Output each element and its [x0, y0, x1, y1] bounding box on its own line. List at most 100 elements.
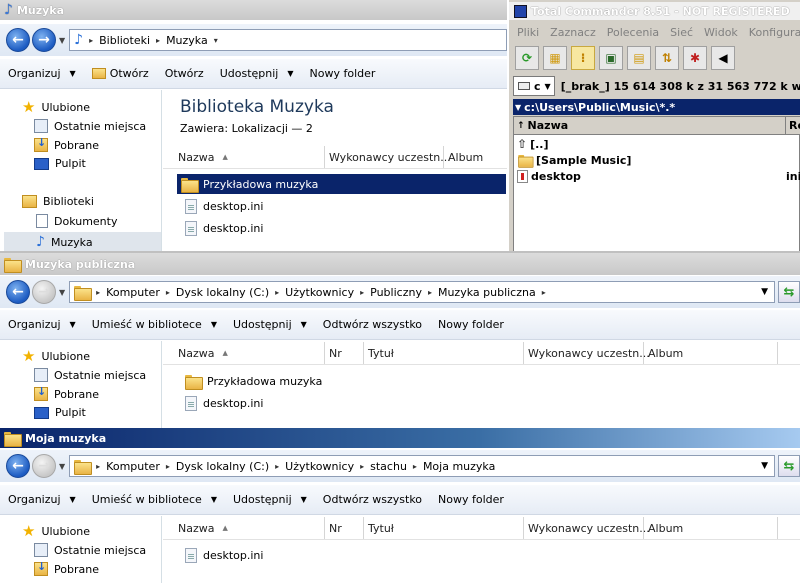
share-button[interactable]: Udostępnij ▼: [220, 67, 294, 80]
breadcrumb-item[interactable]: Muzyka publiczna ▸: [438, 286, 546, 299]
tc-path-bar[interactable]: ▼ c:\Users\Public\Music\*.*: [513, 99, 800, 115]
include-in-library-button[interactable]: Umieść w bibliotece ▼: [92, 318, 217, 331]
column-header-name[interactable]: Nazwa ▲: [163, 342, 325, 364]
nav-recent-places[interactable]: Ostatnie miejsca: [34, 119, 146, 133]
new-folder-button[interactable]: Nowy folder: [438, 493, 504, 506]
address-bar[interactable]: ♪ ▸ Biblioteki ▸ Muzyka ▾: [69, 29, 507, 51]
back-button[interactable]: ←: [6, 280, 30, 304]
list-item[interactable]: desktop.ini: [181, 196, 263, 216]
chevron-down-icon[interactable]: ▼: [755, 287, 774, 297]
chevron-right-icon[interactable]: ▸: [96, 462, 100, 471]
chevron-right-icon[interactable]: ▸: [360, 462, 364, 471]
open-button[interactable]: Otwórz: [91, 67, 149, 80]
title-bar[interactable]: Moja muzyka: [0, 428, 800, 448]
forward-button[interactable]: →: [32, 28, 56, 52]
organize-button[interactable]: Organizuj ▼: [8, 67, 76, 80]
back-button[interactable]: ←: [6, 28, 30, 52]
list-item[interactable]: desktop.ini: [181, 545, 263, 565]
column-header-name[interactable]: Nazwa ▲: [163, 517, 325, 539]
column-header-artists[interactable]: Wykonawcy uczestn...: [524, 342, 650, 364]
tc-menu-commands[interactable]: Polecenia: [607, 26, 659, 39]
chevron-down-icon[interactable]: ▼: [755, 461, 774, 471]
tc-menu-show[interactable]: Widok: [704, 26, 738, 39]
back-button[interactable]: ◀: [711, 46, 735, 70]
nav-downloads[interactable]: Pobrane: [34, 560, 99, 576]
column-header-title[interactable]: Tytuł: [364, 342, 524, 364]
back-button[interactable]: ←: [6, 454, 30, 478]
column-header-title[interactable]: Tytuł: [364, 517, 524, 539]
nav-music[interactable]: ♪ Muzyka: [4, 232, 161, 252]
organize-button[interactable]: Organizuj ▼: [8, 318, 76, 331]
tc-row[interactable]: ⇧ [..]: [517, 136, 548, 152]
play-all-button[interactable]: Odtwórz wszystko: [323, 318, 422, 331]
nav-recent-places[interactable]: Ostatnie miejsca: [34, 368, 146, 382]
column-header-artists[interactable]: Wykonawcy uczestn...: [325, 146, 451, 168]
breadcrumb-item[interactable]: Użytkownicy ▸: [285, 286, 364, 299]
refresh-button[interactable]: ⟳: [515, 46, 539, 70]
forward-button[interactable]: →: [32, 454, 56, 478]
history-dropdown-icon[interactable]: ▼: [59, 288, 65, 297]
new-folder-button[interactable]: Nowy folder: [438, 318, 504, 331]
full-view-button[interactable]: ⁝: [571, 46, 595, 70]
nav-favorites[interactable]: ★ Ulubione: [22, 524, 90, 539]
column-header-number[interactable]: Nr: [325, 517, 364, 539]
icons-view-button[interactable]: ▦: [543, 46, 567, 70]
refresh-button[interactable]: ⇆: [778, 455, 800, 477]
multi-rename-button[interactable]: ✱: [683, 46, 707, 70]
sync-dirs-button[interactable]: ⇅: [655, 46, 679, 70]
breadcrumb-item[interactable]: Muzyka ▾: [166, 34, 218, 47]
thumbnails-button[interactable]: ▣: [599, 46, 623, 70]
nav-documents[interactable]: Dokumenty: [36, 214, 117, 228]
chevron-right-icon[interactable]: ▸: [156, 36, 160, 45]
tc-menu-net[interactable]: Sieć: [670, 26, 693, 39]
play-all-button[interactable]: Odtwórz wszystko: [323, 493, 422, 506]
tc-row[interactable]: desktop ini: [517, 168, 800, 184]
column-header-artists[interactable]: Wykonawcy uczestn...: [524, 517, 650, 539]
organize-button[interactable]: Organizuj ▼: [8, 493, 76, 506]
share-button[interactable]: Udostępnij ▼: [233, 493, 307, 506]
chevron-right-icon[interactable]: ▸: [275, 288, 279, 297]
chevron-right-icon[interactable]: ▸: [96, 288, 100, 297]
column-header-album[interactable]: Album: [644, 517, 778, 539]
share-button[interactable]: Udostępnij ▼: [233, 318, 307, 331]
chevron-right-icon[interactable]: ▸: [275, 462, 279, 471]
breadcrumb-item[interactable]: Moja muzyka: [423, 460, 495, 473]
refresh-button[interactable]: ⇆: [778, 281, 800, 303]
address-bar[interactable]: ▸ Komputer ▸ Dysk lokalny (C:) ▸ Użytkowni…: [69, 281, 775, 303]
breadcrumb-item[interactable]: Dysk lokalny (C:) ▸: [176, 286, 279, 299]
nav-recent-places[interactable]: Ostatnie miejsca: [34, 543, 146, 557]
tc-menu-files[interactable]: Pliki: [517, 26, 539, 39]
breadcrumb-item[interactable]: Komputer ▸: [106, 286, 170, 299]
nav-downloads[interactable]: Pobrane: [34, 136, 99, 152]
new-folder-button[interactable]: Nowy folder: [310, 67, 376, 80]
chevron-right-icon[interactable]: ▸: [413, 462, 417, 471]
nav-favorites[interactable]: ★ Ulubione: [22, 100, 90, 115]
library-subtitle[interactable]: Zawiera: Lokalizacji — 2: [180, 122, 313, 135]
column-header-number[interactable]: Nr: [325, 342, 364, 364]
nav-desktop[interactable]: Pulpit: [34, 157, 86, 170]
tc-menu-configuration[interactable]: Konfiguracja: [749, 26, 800, 39]
breadcrumb-item[interactable]: Dysk lokalny (C:) ▸: [176, 460, 279, 473]
tc-column-ext[interactable]: Ro: [786, 117, 800, 135]
chevron-right-icon[interactable]: ▸: [542, 288, 546, 297]
list-item[interactable]: Przykładowa muzyka: [177, 174, 506, 194]
breadcrumb-item[interactable]: stachu ▸: [370, 460, 417, 473]
chevron-right-icon[interactable]: ▸: [89, 36, 93, 45]
history-dropdown-icon[interactable]: ▼: [59, 36, 65, 45]
chevron-right-icon[interactable]: ▸: [428, 288, 432, 297]
nav-desktop[interactable]: Pulpit: [34, 406, 86, 419]
breadcrumb-item[interactable]: Użytkownicy ▸: [285, 460, 364, 473]
title-bar[interactable]: ♪ Muzyka: [0, 0, 507, 20]
chevron-down-icon[interactable]: ▾: [214, 36, 218, 45]
play-button[interactable]: Otwórz: [165, 67, 204, 80]
address-bar[interactable]: ▸ Komputer ▸ Dysk lokalny (C:) ▸ Użytkowni…: [69, 455, 775, 477]
list-item[interactable]: Przykładowa muzyka: [181, 371, 322, 391]
chevron-right-icon[interactable]: ▸: [360, 288, 364, 297]
tree-view-button[interactable]: ▤: [627, 46, 651, 70]
forward-button[interactable]: →: [32, 280, 56, 304]
chevron-right-icon[interactable]: ▸: [166, 288, 170, 297]
list-item[interactable]: desktop.ini: [181, 218, 263, 238]
breadcrumb-item[interactable]: Publiczny ▸: [370, 286, 432, 299]
history-dropdown-icon[interactable]: ▼: [59, 462, 65, 471]
column-header-name[interactable]: Nazwa ▲: [163, 146, 325, 168]
